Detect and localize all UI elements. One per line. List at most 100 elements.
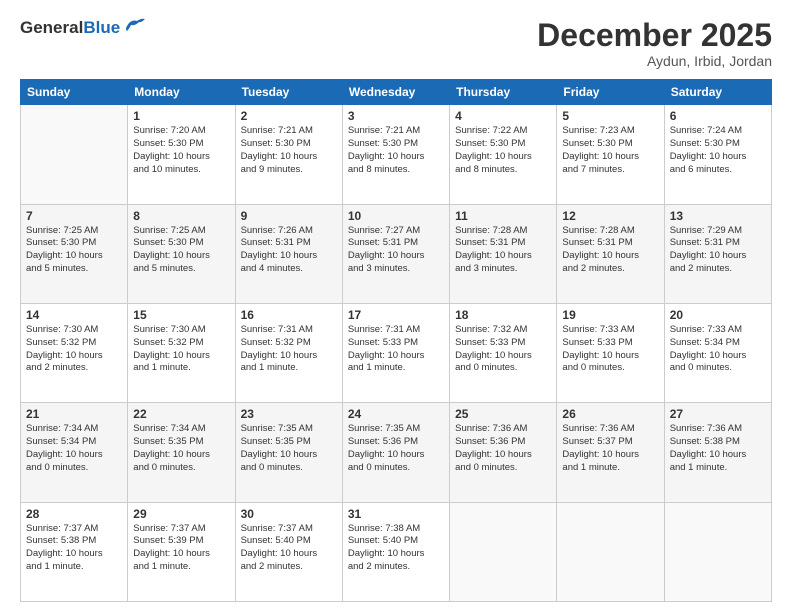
cell-info: Sunrise: 7:34 AMSunset: 5:34 PMDaylight:… [26, 423, 122, 474]
day-number: 19 [562, 308, 658, 322]
day-number: 3 [348, 109, 444, 123]
col-header-sunday: Sunday [21, 80, 128, 105]
cell-info: Sunrise: 7:30 AMSunset: 5:32 PMDaylight:… [133, 324, 229, 375]
cell-info: Sunrise: 7:35 AMSunset: 5:36 PMDaylight:… [348, 423, 444, 474]
cell-info: Sunrise: 7:27 AMSunset: 5:31 PMDaylight:… [348, 225, 444, 276]
calendar-cell: 5 Sunrise: 7:23 AMSunset: 5:30 PMDaylight… [557, 105, 664, 204]
cell-info: Sunrise: 7:22 AMSunset: 5:30 PMDaylight:… [455, 125, 551, 176]
calendar-cell: 8Sunrise: 7:25 AMSunset: 5:30 PMDaylight… [128, 204, 235, 303]
month-title: December 2025 [537, 18, 772, 53]
calendar-cell: 20 Sunrise: 7:33 AMSunset: 5:34 PMDayligh… [664, 303, 771, 402]
col-header-saturday: Saturday [664, 80, 771, 105]
logo-bird-icon [123, 17, 145, 35]
cell-info: Sunrise: 7:23 AMSunset: 5:30 PMDaylight:… [562, 125, 658, 176]
cell-info: Sunrise: 7:28 AMSunset: 5:31 PMDaylight:… [455, 225, 551, 276]
cell-info: Sunrise: 7:21 AMSunset: 5:30 PMDaylight:… [241, 125, 337, 176]
calendar-cell: 16Sunrise: 7:31 AMSunset: 5:32 PMDayligh… [235, 303, 342, 402]
cell-info: Sunrise: 7:36 AMSunset: 5:38 PMDaylight:… [670, 423, 766, 474]
cell-info: Sunrise: 7:25 AMSunset: 5:30 PMDaylight:… [26, 225, 122, 276]
day-number: 15 [133, 308, 229, 322]
calendar-cell: 24 Sunrise: 7:35 AMSunset: 5:36 PMDayligh… [342, 403, 449, 502]
calendar-cell: 21 Sunrise: 7:34 AMSunset: 5:34 PMDayligh… [21, 403, 128, 502]
day-number: 5 [562, 109, 658, 123]
day-number: 14 [26, 308, 122, 322]
calendar-cell: 4 Sunrise: 7:22 AMSunset: 5:30 PMDaylight… [450, 105, 557, 204]
calendar-cell: 15 Sunrise: 7:30 AMSunset: 5:32 PMDayligh… [128, 303, 235, 402]
location: Aydun, Irbid, Jordan [537, 53, 772, 69]
calendar-cell: 1 Sunrise: 7:20 AMSunset: 5:30 PMDaylight… [128, 105, 235, 204]
day-number: 6 [670, 109, 766, 123]
calendar-header-row: SundayMondayTuesdayWednesdayThursdayFrid… [21, 80, 772, 105]
calendar-week-row: 28Sunrise: 7:37 AMSunset: 5:38 PMDayligh… [21, 502, 772, 601]
calendar-cell: 19 Sunrise: 7:33 AMSunset: 5:33 PMDayligh… [557, 303, 664, 402]
day-number: 8 [133, 209, 229, 223]
cell-info: Sunrise: 7:35 AMSunset: 5:35 PMDaylight:… [241, 423, 337, 474]
day-number: 21 [26, 407, 122, 421]
calendar-cell [664, 502, 771, 601]
calendar-cell: 28Sunrise: 7:37 AMSunset: 5:38 PMDayligh… [21, 502, 128, 601]
calendar-cell [450, 502, 557, 601]
cell-info: Sunrise: 7:34 AMSunset: 5:35 PMDaylight:… [133, 423, 229, 474]
title-block: December 2025 Aydun, Irbid, Jordan [537, 18, 772, 69]
col-header-tuesday: Tuesday [235, 80, 342, 105]
calendar-cell: 2Sunrise: 7:21 AMSunset: 5:30 PMDaylight… [235, 105, 342, 204]
day-number: 1 [133, 109, 229, 123]
calendar-cell: 10Sunrise: 7:27 AMSunset: 5:31 PMDayligh… [342, 204, 449, 303]
day-number: 12 [562, 209, 658, 223]
day-number: 30 [241, 507, 337, 521]
cell-info: Sunrise: 7:26 AMSunset: 5:31 PMDaylight:… [241, 225, 337, 276]
cell-info: Sunrise: 7:33 AMSunset: 5:33 PMDaylight:… [562, 324, 658, 375]
day-number: 13 [670, 209, 766, 223]
calendar-cell: 7Sunrise: 7:25 AMSunset: 5:30 PMDaylight… [21, 204, 128, 303]
logo: GeneralBlue [20, 18, 145, 38]
day-number: 18 [455, 308, 551, 322]
calendar-cell: 17 Sunrise: 7:31 AMSunset: 5:33 PMDayligh… [342, 303, 449, 402]
calendar-cell [21, 105, 128, 204]
page: GeneralBlue December 2025 Aydun, Irbid, … [0, 0, 792, 612]
calendar-week-row: 21 Sunrise: 7:34 AMSunset: 5:34 PMDayligh… [21, 403, 772, 502]
col-header-thursday: Thursday [450, 80, 557, 105]
calendar-cell: 18 Sunrise: 7:32 AMSunset: 5:33 PMDayligh… [450, 303, 557, 402]
calendar-cell: 6 Sunrise: 7:24 AMSunset: 5:30 PMDaylight… [664, 105, 771, 204]
logo-general: GeneralBlue [20, 18, 120, 38]
cell-info: Sunrise: 7:37 AMSunset: 5:40 PMDaylight:… [241, 523, 337, 574]
calendar-cell: 13 Sunrise: 7:29 AMSunset: 5:31 PMDayligh… [664, 204, 771, 303]
day-number: 31 [348, 507, 444, 521]
cell-info: Sunrise: 7:21 AMSunset: 5:30 PMDaylight:… [348, 125, 444, 176]
cell-info: Sunrise: 7:33 AMSunset: 5:34 PMDaylight:… [670, 324, 766, 375]
day-number: 25 [455, 407, 551, 421]
cell-info: Sunrise: 7:36 AMSunset: 5:36 PMDaylight:… [455, 423, 551, 474]
day-number: 26 [562, 407, 658, 421]
calendar-table: SundayMondayTuesdayWednesdayThursdayFrid… [20, 79, 772, 602]
calendar-cell: 30 Sunrise: 7:37 AMSunset: 5:40 PMDayligh… [235, 502, 342, 601]
col-header-friday: Friday [557, 80, 664, 105]
cell-info: Sunrise: 7:29 AMSunset: 5:31 PMDaylight:… [670, 225, 766, 276]
cell-info: Sunrise: 7:32 AMSunset: 5:33 PMDaylight:… [455, 324, 551, 375]
day-number: 24 [348, 407, 444, 421]
calendar-cell: 26 Sunrise: 7:36 AMSunset: 5:37 PMDayligh… [557, 403, 664, 502]
day-number: 4 [455, 109, 551, 123]
cell-info: Sunrise: 7:20 AMSunset: 5:30 PMDaylight:… [133, 125, 229, 176]
day-number: 23 [241, 407, 337, 421]
calendar-cell: 14Sunrise: 7:30 AMSunset: 5:32 PMDayligh… [21, 303, 128, 402]
calendar-cell: 27Sunrise: 7:36 AMSunset: 5:38 PMDayligh… [664, 403, 771, 502]
day-number: 9 [241, 209, 337, 223]
day-number: 17 [348, 308, 444, 322]
calendar-week-row: 1 Sunrise: 7:20 AMSunset: 5:30 PMDaylight… [21, 105, 772, 204]
cell-info: Sunrise: 7:24 AMSunset: 5:30 PMDaylight:… [670, 125, 766, 176]
day-number: 20 [670, 308, 766, 322]
cell-info: Sunrise: 7:36 AMSunset: 5:37 PMDaylight:… [562, 423, 658, 474]
calendar-cell: 29Sunrise: 7:37 AMSunset: 5:39 PMDayligh… [128, 502, 235, 601]
cell-info: Sunrise: 7:31 AMSunset: 5:33 PMDaylight:… [348, 324, 444, 375]
day-number: 16 [241, 308, 337, 322]
calendar-cell: 31 Sunrise: 7:38 AMSunset: 5:40 PMDayligh… [342, 502, 449, 601]
calendar-cell: 25 Sunrise: 7:36 AMSunset: 5:36 PMDayligh… [450, 403, 557, 502]
calendar-cell: 11Sunrise: 7:28 AMSunset: 5:31 PMDayligh… [450, 204, 557, 303]
col-header-wednesday: Wednesday [342, 80, 449, 105]
cell-info: Sunrise: 7:38 AMSunset: 5:40 PMDaylight:… [348, 523, 444, 574]
day-number: 22 [133, 407, 229, 421]
col-header-monday: Monday [128, 80, 235, 105]
cell-info: Sunrise: 7:37 AMSunset: 5:38 PMDaylight:… [26, 523, 122, 574]
calendar-cell [557, 502, 664, 601]
header: GeneralBlue December 2025 Aydun, Irbid, … [20, 18, 772, 69]
